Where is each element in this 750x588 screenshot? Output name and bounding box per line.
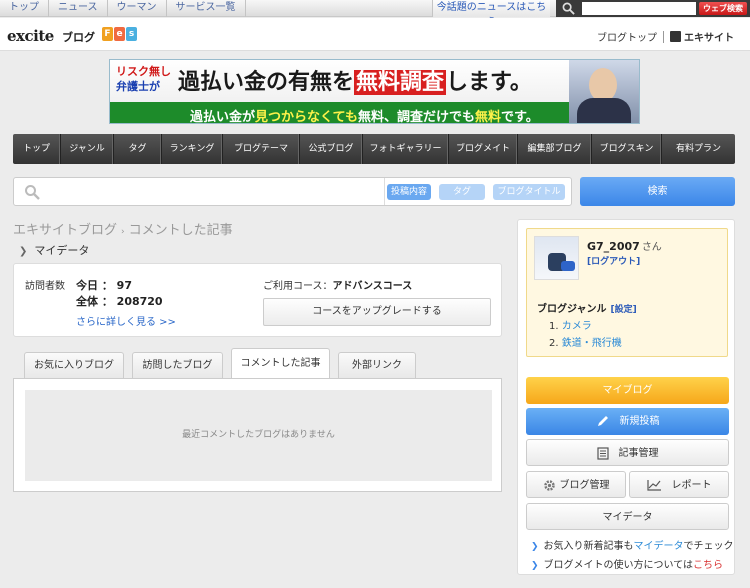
nav-blogmate[interactable]: ブログメイト	[449, 134, 518, 164]
nav-paid-plan[interactable]: 有料プラン	[662, 134, 735, 164]
ad-headline: 過払い金の有無を無料調査します。	[178, 70, 532, 95]
fes-letter: s	[126, 27, 137, 41]
hot-news-link[interactable]: 今話題のニュースはこちら	[432, 0, 550, 28]
breadcrumb-root[interactable]: エキサイトブログ	[13, 223, 117, 238]
breadcrumb-current: コメントした記事	[128, 223, 233, 238]
empty-message: 最近コメントしたブログはありません	[25, 390, 492, 481]
list-item: ❯ ブログメイトの使い方についてはこちら	[531, 560, 724, 571]
mydata-button[interactable]: マイデータ	[526, 503, 729, 530]
upgrade-course-button[interactable]: コースをアップグレードする	[263, 298, 491, 326]
nav-photo-gallery[interactable]: フォトギャラリー	[363, 134, 449, 164]
manage-posts-button[interactable]: 記事管理	[526, 439, 729, 466]
profile-card: G7_2007 さん [ログアウト] ブログジャンル [設定] 1. カメラ 2. …	[526, 228, 728, 357]
top-nav-link-services[interactable]: サービス一覧	[167, 0, 246, 17]
visitor-today: 今日 ： 97	[76, 279, 132, 292]
search-option-title[interactable]: ブログタイトル	[493, 184, 565, 200]
ad-subline: 過払い金が見つからなくても無料、調査だけでも無料です。	[190, 110, 539, 124]
genre-link-railway[interactable]: 鉄道・飛行機	[562, 338, 622, 349]
excite-logo[interactable]: excite	[7, 27, 54, 45]
top-nav-bar: トップ ニュース ウーマン サービス一覧 今話題のニュースはこちら ウェブ検索	[0, 0, 750, 28]
username[interactable]: G7_2007 さん	[587, 238, 662, 253]
tab-visited-blogs[interactable]: 訪問したブログ	[132, 352, 223, 378]
new-post-button[interactable]: 新規投稿	[526, 408, 729, 435]
nav-blog-skin[interactable]: ブログスキン	[592, 134, 662, 164]
list-item: ❯ お気入り新着記事もマイデータでチェック	[531, 541, 734, 552]
home-icon	[670, 31, 681, 42]
blog-search-bar: 投稿内容 タグ ブログタイトル	[13, 177, 572, 206]
blog-top-link[interactable]: ブログトップ	[597, 29, 657, 44]
search-option-post[interactable]: 投稿内容	[387, 184, 431, 200]
nav-official-blog[interactable]: 公式ブログ	[300, 134, 363, 164]
document-icon	[596, 446, 609, 460]
divider	[384, 178, 385, 205]
gear-icon	[543, 479, 555, 491]
top-nav-link-top[interactable]: トップ	[0, 0, 49, 17]
top-nav-link-news[interactable]: ニュース	[49, 0, 108, 17]
visitor-more-link[interactable]: さらに詳しく見る >>	[76, 313, 176, 328]
tab-content: 最近コメントしたブログはありません	[13, 378, 502, 492]
nav-top[interactable]: トップ	[13, 134, 61, 164]
sidebar: G7_2007 さん [ログアウト] ブログジャンル [設定] 1. カメラ 2. …	[517, 219, 735, 575]
visitor-panel: 訪問者数 今日 ： 97 全体 ： 208720 さらに詳しく見る >> ご利用…	[13, 263, 502, 337]
nav-blog-theme[interactable]: ブログテーマ	[223, 134, 300, 164]
main-nav: トップ ジャンル タグ ランキング ブログテーマ 公式ブログ フォトギャラリー …	[13, 134, 735, 164]
excite-home-link[interactable]: エキサイト	[684, 29, 734, 44]
search-icon	[562, 2, 575, 15]
genre-list: 1. カメラ 2. 鉄道・飛行機	[549, 318, 622, 352]
ad-lawyer-photo	[569, 60, 639, 123]
divider	[663, 30, 664, 43]
ad-risk-label: リスク無し 弁護士が	[116, 65, 171, 93]
breadcrumb: エキサイトブログ › コメントした記事	[13, 219, 233, 238]
chevron-right-icon: ❯	[531, 561, 539, 571]
nav-genre[interactable]: ジャンル	[61, 134, 114, 164]
mydata-link[interactable]: マイデータ	[634, 541, 684, 552]
chevron-right-icon: ❯	[19, 246, 28, 257]
search-option-tag[interactable]: タグ	[439, 184, 485, 200]
blog-management-button[interactable]: ブログ管理	[526, 471, 626, 498]
fes-letter: e	[114, 27, 125, 41]
top-nav-link-woman[interactable]: ウーマン	[108, 0, 167, 17]
fes-letter: F	[102, 27, 113, 41]
chart-icon	[646, 480, 661, 491]
list-item: 2. 鉄道・飛行機	[549, 338, 622, 349]
avatar[interactable]	[534, 236, 579, 280]
report-button[interactable]: レポート	[629, 471, 729, 498]
web-search-box: ウェブ検索	[556, 0, 750, 17]
tab-external-links[interactable]: 外部リンク	[338, 352, 416, 378]
blogmate-help-link[interactable]: こちら	[693, 560, 723, 571]
search-button[interactable]: 検索	[580, 177, 735, 206]
list-item: 1. カメラ	[549, 321, 592, 332]
mydata-heading[interactable]: ❯ マイデータ	[19, 242, 89, 258]
course-info: ご利用コース：アドバンスコース	[263, 281, 413, 292]
fes-badge[interactable]: F e s	[102, 27, 137, 41]
genre-link-camera[interactable]: カメラ	[562, 321, 592, 332]
site-header: excite ブログ F e s ブログトップ エキサイト	[0, 18, 750, 51]
genre-settings-link[interactable]: [設定]	[611, 305, 637, 315]
blog-genre-heading: ブログジャンル [設定]	[537, 304, 637, 315]
search-icon	[25, 185, 40, 200]
nav-tag[interactable]: タグ	[114, 134, 162, 164]
logo-blog-label: ブログ	[62, 31, 95, 44]
web-search-button[interactable]: ウェブ検索	[699, 2, 747, 15]
ad-banner[interactable]: リスク無し 弁護士が 過払い金の有無を無料調査します。 過払い金が見つからなくて…	[109, 59, 640, 124]
header-links: ブログトップ エキサイト	[597, 29, 734, 44]
visitor-total: 全体 ： 208720	[76, 295, 163, 308]
chevron-right-icon: ❯	[531, 542, 539, 552]
pencil-icon	[597, 416, 608, 426]
logout-link[interactable]: [ログアウト]	[587, 254, 640, 267]
sidebar-notes: ❯ お気入り新着記事もマイデータでチェック ❯ ブログメイトの使い方についてはこちら	[531, 537, 734, 575]
tab-commented-posts[interactable]: コメントした記事	[231, 348, 330, 379]
top-nav-links: トップ ニュース ウーマン サービス一覧	[0, 0, 246, 17]
breadcrumb-separator: ›	[121, 227, 125, 237]
web-search-input[interactable]	[582, 2, 696, 15]
tab-favorite-blogs[interactable]: お気に入りブログ	[24, 352, 124, 378]
blog-search-input[interactable]	[48, 181, 382, 203]
nav-editor-blog[interactable]: 編集部ブログ	[518, 134, 592, 164]
my-blog-button[interactable]: マイブログ	[526, 377, 729, 404]
visitor-label: 訪問者数	[25, 281, 65, 292]
nav-ranking[interactable]: ランキング	[162, 134, 223, 164]
